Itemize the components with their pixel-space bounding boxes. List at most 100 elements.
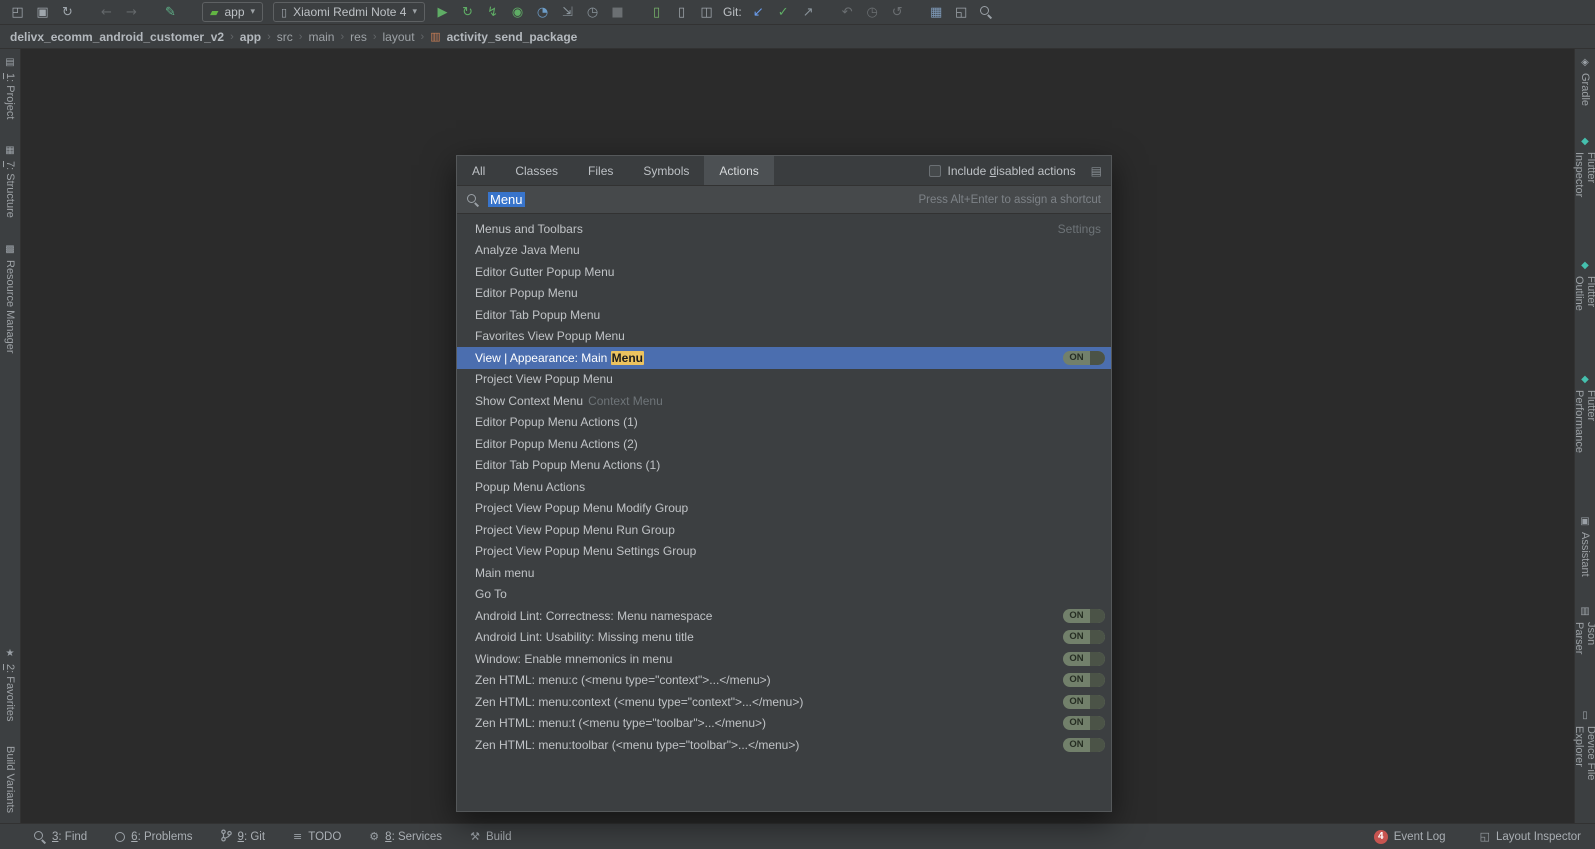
search-input-value[interactable]: Menu [488, 192, 525, 207]
services-button[interactable]: ⚙ 8: Services [369, 830, 442, 843]
problems-button[interactable]: 6: Problems [115, 831, 193, 843]
result-row[interactable]: Editor Tab Popup Menu [457, 304, 1111, 326]
git-button[interactable]: 9: Git [220, 828, 265, 845]
result-row[interactable]: Editor Popup Menu Actions (1) [457, 412, 1111, 434]
on-off-toggle[interactable]: ON [1063, 350, 1105, 365]
breadcrumb-item-layout[interactable]: layout [383, 30, 415, 44]
result-row[interactable]: Main menu [457, 562, 1111, 584]
result-row[interactable]: Project View Popup Menu Run Group [457, 519, 1111, 541]
result-row[interactable]: Popup Menu Actions [457, 476, 1111, 498]
tab-files[interactable]: Files [573, 156, 628, 185]
tool-button-json-parser[interactable]: ▥ Json Parser [1573, 606, 1595, 680]
result-row[interactable]: View | Appearance: Main Menu ON [457, 347, 1111, 369]
tool-button-flutter-performance[interactable]: ◆ Flutter Performance [1573, 374, 1595, 486]
result-row[interactable]: Show Context Menu Context Menu [457, 390, 1111, 412]
on-off-toggle[interactable]: ON [1063, 694, 1105, 709]
on-off-toggle[interactable]: ON [1063, 651, 1105, 666]
run-icon[interactable]: ▶ [431, 2, 454, 23]
forward-icon[interactable]: → [120, 2, 143, 23]
result-text: Go To [475, 587, 507, 602]
tool-button-assistant[interactable]: ▣ Assistant [1579, 516, 1591, 577]
avd-manager-icon[interactable]: ▯ [670, 2, 693, 23]
result-row[interactable]: Editor Gutter Popup Menu [457, 261, 1111, 283]
tool-button-build-variants[interactable]: Build Variants [4, 746, 16, 813]
layout-inspector-button[interactable]: ◱ Layout Inspector [1480, 830, 1581, 843]
event-log-button[interactable]: 4 Event Log [1373, 829, 1446, 844]
tool-button-device-file-explorer[interactable]: ▯ Device File Explorer [1573, 710, 1595, 823]
on-off-toggle[interactable]: ON [1063, 608, 1105, 623]
tool-button-resource-manager[interactable]: ▩ Resource Manager [4, 244, 16, 354]
result-row[interactable]: Android Lint: Usability: Missing menu ti… [457, 627, 1111, 649]
tool-button-flutter-inspector[interactable]: ◆ Flutter Inspector [1573, 136, 1595, 230]
filter-icon[interactable]: ▤ [1091, 164, 1102, 178]
breadcrumb-item-delivx-ecomm-android-customer-v2[interactable]: delivx_ecomm_android_customer_v2 [10, 30, 224, 44]
pair-devices-icon[interactable]: ◫ [695, 2, 718, 23]
result-row[interactable]: Project View Popup Menu Settings Group [457, 541, 1111, 563]
tool-button-2-favorites[interactable]: ★ 2: Favorites [4, 648, 16, 721]
build-button-label: Build [485, 830, 512, 843]
result-row[interactable]: Zen HTML: menu:c (<menu type="context">.… [457, 670, 1111, 692]
tab-actions[interactable]: Actions [704, 156, 774, 185]
result-row[interactable]: Android Lint: Correctness: Menu namespac… [457, 605, 1111, 627]
tool-button-7-structure[interactable]: ▦ 7: Structure [4, 145, 16, 218]
debug-icon[interactable]: ◉ [506, 2, 529, 23]
result-row[interactable]: Editor Popup Menu [457, 283, 1111, 305]
device-manager-icon[interactable]: ▯ [645, 2, 668, 23]
find-button[interactable]: 3: Find [34, 830, 87, 843]
on-off-toggle[interactable]: ON [1063, 630, 1105, 645]
breadcrumb-item-main[interactable]: main [308, 30, 334, 44]
result-row[interactable]: Analyze Java Menu [457, 240, 1111, 262]
on-off-toggle[interactable]: ON [1063, 716, 1105, 731]
result-row[interactable]: Window: Enable mnemonics in menu ON [457, 648, 1111, 670]
breadcrumb-item-activity-send-package[interactable]: activity_send_package [447, 30, 578, 44]
include-disabled-checkbox[interactable] [928, 164, 941, 177]
result-row[interactable]: Favorites View Popup Menu [457, 326, 1111, 348]
device-select[interactable]: ▯ Xiaomi Redmi Note 4 ▾ [273, 2, 426, 22]
run-config-select[interactable]: ▰ app ▾ [202, 2, 264, 22]
build-icon[interactable]: ✎ [159, 2, 182, 23]
back-icon[interactable]: ← [95, 2, 118, 23]
tool-button-1-project[interactable]: ▤ 1: Project [4, 57, 16, 119]
tab-all[interactable]: All [457, 156, 500, 185]
sync-icon[interactable]: ↻ [56, 2, 79, 23]
attach-debugger-icon[interactable]: ⇲ [556, 2, 579, 23]
shelve-icon[interactable]: ↶ [836, 2, 859, 23]
profile-icon[interactable]: ◔ [531, 2, 554, 23]
apply-code-changes-icon[interactable]: ↯ [481, 2, 504, 23]
search-input[interactable]: Menu Press Alt+Enter to assign a shortcu… [457, 186, 1111, 214]
result-row[interactable]: Go To [457, 584, 1111, 606]
open-icon[interactable]: ◰ [6, 2, 29, 23]
result-row[interactable]: Editor Tab Popup Menu Actions (1) [457, 455, 1111, 477]
stop-icon[interactable]: ■ [606, 2, 629, 23]
result-row[interactable]: Zen HTML: menu:toolbar (<menu type="tool… [457, 734, 1111, 756]
include-disabled-label[interactable]: Include disabled actions [948, 164, 1076, 178]
result-row[interactable]: Project View Popup Menu Modify Group [457, 498, 1111, 520]
tab-symbols[interactable]: Symbols [628, 156, 704, 185]
tool-button-flutter-outline[interactable]: ◆ Flutter Outline [1573, 260, 1595, 344]
result-row[interactable]: Zen HTML: menu:context (<menu type="cont… [457, 691, 1111, 713]
search-everywhere-icon[interactable] [975, 2, 998, 23]
tool-button-gradle[interactable]: ◈ Gradle [1579, 57, 1591, 106]
apply-changes-icon[interactable]: ↻ [456, 2, 479, 23]
window-layout-icon[interactable]: ◱ [950, 2, 973, 23]
result-row[interactable]: Zen HTML: menu:t (<menu type="toolbar">.… [457, 713, 1111, 735]
on-off-toggle[interactable]: ON [1063, 673, 1105, 688]
project-structure-icon[interactable]: ▦ [925, 2, 948, 23]
breadcrumb-item-src[interactable]: src [277, 30, 293, 44]
result-row[interactable]: Project View Popup Menu [457, 369, 1111, 391]
undo-icon[interactable]: ↺ [886, 2, 909, 23]
build-button[interactable]: ⚒ Build [470, 830, 511, 843]
tab-classes[interactable]: Classes [500, 156, 573, 185]
git-push-icon[interactable]: ↗ [797, 2, 820, 23]
save-icon[interactable]: ▣ [31, 2, 54, 23]
result-row[interactable]: Menus and Toolbars Settings [457, 218, 1111, 240]
on-off-toggle[interactable]: ON [1063, 737, 1105, 752]
git-update-icon[interactable]: ↙ [747, 2, 770, 23]
history-icon[interactable]: ◷ [861, 2, 884, 23]
breadcrumb-item-res[interactable]: res [350, 30, 367, 44]
todo-button[interactable]: ≡ TODO [293, 830, 341, 843]
result-row[interactable]: Editor Popup Menu Actions (2) [457, 433, 1111, 455]
profiler-icon[interactable]: ◷ [581, 2, 604, 23]
breadcrumb-item-app[interactable]: app [240, 30, 261, 44]
git-commit-icon[interactable]: ✓ [772, 2, 795, 23]
